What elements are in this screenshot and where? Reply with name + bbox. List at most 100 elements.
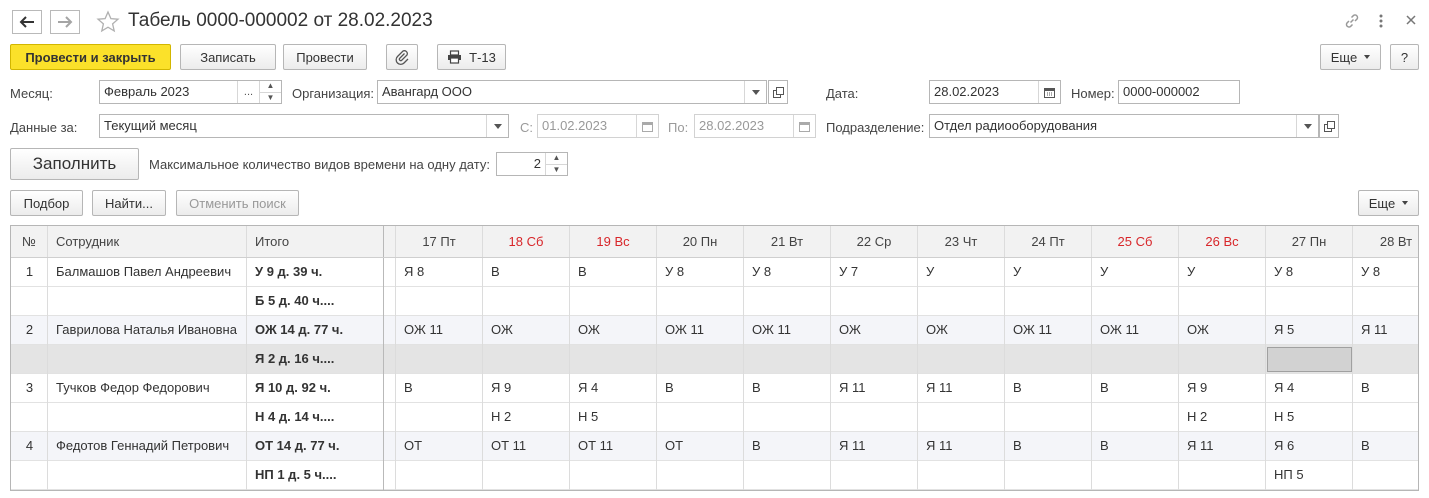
- day-cell[interactable]: [1013, 287, 1090, 315]
- department-open-button[interactable]: [1319, 114, 1339, 138]
- day-cell[interactable]: Я 9: [491, 374, 568, 402]
- table-row[interactable]: Н 4 д. 14 ч.... Н 2 Н 5 Н 2 Н 5: [11, 403, 1418, 432]
- day-cell[interactable]: В: [752, 432, 829, 460]
- data-period-field[interactable]: Текущий месяц: [99, 114, 509, 138]
- day-cell[interactable]: Я 4: [1274, 374, 1351, 402]
- day-cell[interactable]: [665, 461, 742, 489]
- post-button[interactable]: Провести: [283, 44, 367, 70]
- header-employee[interactable]: Сотрудник: [48, 226, 247, 257]
- link-icon[interactable]: [1343, 12, 1361, 33]
- day-cell[interactable]: ОЖ 11: [404, 316, 481, 344]
- header-day[interactable]: 22 Ср: [831, 226, 918, 257]
- header-day[interactable]: 23 Чт: [918, 226, 1005, 257]
- day-cell[interactable]: ОТ 11: [578, 432, 655, 460]
- day-cell[interactable]: ОЖ 11: [665, 316, 742, 344]
- day-cell[interactable]: [839, 345, 916, 373]
- favorite-star-icon[interactable]: [96, 10, 120, 37]
- day-cell[interactable]: [1013, 345, 1090, 373]
- organization-field[interactable]: Авангард ООО: [377, 80, 767, 104]
- header-day[interactable]: 24 Пт: [1005, 226, 1092, 257]
- day-cell[interactable]: Я 11: [1361, 316, 1418, 344]
- close-icon[interactable]: [1404, 13, 1418, 30]
- pick-button[interactable]: Подбор: [10, 190, 83, 216]
- more-actions-button[interactable]: Еще: [1320, 44, 1381, 70]
- day-cell[interactable]: Н 5: [1274, 403, 1351, 431]
- day-cell[interactable]: [1361, 345, 1418, 373]
- day-cell[interactable]: Я 11: [926, 432, 1003, 460]
- header-day[interactable]: 21 Вт: [744, 226, 831, 257]
- day-cell[interactable]: У 8: [665, 258, 742, 286]
- header-day[interactable]: 28 Вт: [1353, 226, 1418, 257]
- date-calendar-button[interactable]: [1038, 81, 1060, 103]
- day-cell[interactable]: В: [665, 374, 742, 402]
- organization-open-button[interactable]: [768, 80, 788, 104]
- day-cell[interactable]: [1361, 403, 1418, 431]
- day-cell[interactable]: У 8: [1274, 258, 1351, 286]
- day-cell[interactable]: [1361, 287, 1418, 315]
- day-cell[interactable]: [926, 461, 1003, 489]
- day-cell[interactable]: [926, 345, 1003, 373]
- data-period-dropdown-button[interactable]: [486, 115, 508, 137]
- day-cell[interactable]: [839, 461, 916, 489]
- day-cell[interactable]: ОЖ: [1187, 316, 1264, 344]
- day-cell[interactable]: ОТ: [404, 432, 481, 460]
- day-cell[interactable]: [665, 403, 742, 431]
- day-cell[interactable]: В: [1100, 374, 1177, 402]
- table-more-button[interactable]: Еще: [1358, 190, 1419, 216]
- back-button[interactable]: [12, 10, 42, 34]
- day-cell[interactable]: В: [752, 374, 829, 402]
- header-day[interactable]: 27 Пн: [1266, 226, 1353, 257]
- save-button[interactable]: Записать: [180, 44, 276, 70]
- day-cell[interactable]: [491, 345, 568, 373]
- table-row[interactable]: 1 Балмашов Павел Андреевич У 9 д. 39 ч. Я 8…: [11, 258, 1418, 287]
- header-day[interactable]: 17 Пт: [396, 226, 483, 257]
- header-day[interactable]: 18 Сб: [483, 226, 570, 257]
- day-cell[interactable]: [1100, 345, 1177, 373]
- day-cell[interactable]: В: [1013, 432, 1090, 460]
- day-cell[interactable]: ОТ: [665, 432, 742, 460]
- day-cell[interactable]: В: [404, 374, 481, 402]
- day-cell[interactable]: [839, 403, 916, 431]
- day-cell[interactable]: У: [1100, 258, 1177, 286]
- day-cell[interactable]: ОЖ: [578, 316, 655, 344]
- day-cell[interactable]: В: [1100, 432, 1177, 460]
- table-row[interactable]: Б 5 д. 40 ч....: [11, 287, 1418, 316]
- post-and-close-button[interactable]: Провести и закрыть: [10, 44, 171, 70]
- day-cell[interactable]: Я 11: [1187, 432, 1264, 460]
- day-cell[interactable]: Я 8: [404, 258, 481, 286]
- day-cell[interactable]: Я 9: [1187, 374, 1264, 402]
- department-dropdown-button[interactable]: [1296, 115, 1318, 137]
- month-stepper[interactable]: ▲ ▼: [259, 81, 281, 103]
- day-cell[interactable]: [1274, 287, 1351, 315]
- day-cell[interactable]: [578, 345, 655, 373]
- day-cell[interactable]: [752, 287, 829, 315]
- day-cell[interactable]: [752, 403, 829, 431]
- date-field[interactable]: 28.02.2023: [929, 80, 1061, 104]
- day-cell[interactable]: В: [491, 258, 568, 286]
- day-cell[interactable]: [404, 461, 481, 489]
- kebab-menu-icon[interactable]: [1377, 12, 1385, 30]
- day-cell[interactable]: [839, 287, 916, 315]
- day-cell[interactable]: ОЖ: [839, 316, 916, 344]
- day-cell[interactable]: НП 5: [1274, 461, 1351, 489]
- header-day[interactable]: 26 Вс: [1179, 226, 1266, 257]
- day-cell[interactable]: В: [1013, 374, 1090, 402]
- day-cell[interactable]: [1100, 403, 1177, 431]
- day-cell[interactable]: [752, 345, 829, 373]
- current-cell[interactable]: [1267, 347, 1352, 372]
- header-day[interactable]: 25 Сб: [1092, 226, 1179, 257]
- table-row[interactable]: Я 2 д. 16 ч....: [11, 345, 1418, 374]
- day-cell[interactable]: Н 2: [491, 403, 568, 431]
- day-cell[interactable]: [926, 403, 1003, 431]
- day-cell[interactable]: [1187, 461, 1264, 489]
- day-cell[interactable]: [1187, 345, 1264, 373]
- day-cell[interactable]: Я 11: [839, 432, 916, 460]
- day-cell[interactable]: [404, 345, 481, 373]
- day-cell[interactable]: [752, 461, 829, 489]
- organization-dropdown-button[interactable]: [744, 81, 766, 103]
- day-cell[interactable]: [578, 461, 655, 489]
- table-row[interactable]: НП 1 д. 5 ч.... НП 5: [11, 461, 1418, 490]
- header-total[interactable]: Итого: [247, 226, 384, 257]
- table-row[interactable]: 3 Тучков Федор Федорович Я 10 д. 92 ч. В Я 9…: [11, 374, 1418, 403]
- table-row[interactable]: 4 Федотов Геннадий Петрович ОТ 14 д. 77 ч.…: [11, 432, 1418, 461]
